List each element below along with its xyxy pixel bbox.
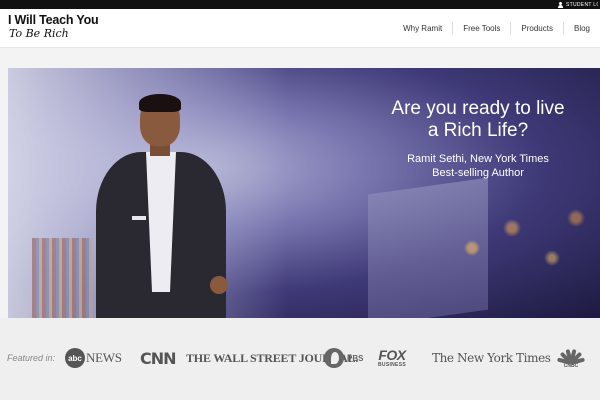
speaker-photo [88, 94, 238, 318]
site-header: I Will Teach You To Be Rich Why Ramit Fr… [0, 9, 600, 48]
main-nav: Why Ramit Free Tools Products Blog [393, 9, 600, 48]
background-bookshelf [32, 238, 92, 318]
nav-item-blog[interactable]: Blog [562, 22, 600, 35]
abc-mark: abc [65, 348, 85, 368]
student-login-label: STUDENT LOGIN [566, 1, 598, 8]
site-logo[interactable]: I Will Teach You To Be Rich [8, 13, 99, 41]
hero-text: Are you ready to live a Rich Life? Ramit… [368, 98, 588, 180]
fox-word: FOX [378, 346, 406, 363]
pbs-logo: PBS [324, 346, 363, 370]
background-lights [440, 188, 600, 288]
user-icon [557, 1, 563, 8]
logo-line-1: I Will Teach You [8, 13, 99, 27]
hero-byline-line-2: Best-selling Author [432, 167, 524, 179]
business-word: BUSINESS [378, 361, 406, 368]
hero-byline: Ramit Sethi, New York Times Best-selling… [368, 152, 588, 180]
abc-news-word: NEWS [86, 350, 122, 365]
nbc-peacock-icon [556, 347, 586, 365]
featured-in-strip: Featured in: abc NEWS CNN THE WALL STREE… [0, 318, 600, 400]
nyt-logo: The New York Times [432, 351, 551, 365]
fox-business-logo: FOX BUSINESS [378, 346, 406, 370]
logo-line-2: To Be Rich [9, 27, 69, 40]
nav-item-why-ramit[interactable]: Why Ramit [393, 22, 452, 35]
pbs-word: PBS [347, 353, 364, 363]
abc-news-logo: abc NEWS [65, 346, 122, 370]
pbs-head-icon [324, 348, 344, 368]
nav-item-products[interactable]: Products [510, 22, 563, 35]
hero-headline: Are you ready to live a Rich Life? [368, 98, 588, 142]
hero-byline-line-1: Ramit Sethi, New York Times [407, 153, 549, 165]
hero-banner: Are you ready to live a Rich Life? Ramit… [8, 68, 600, 318]
featured-label: Featured in: [7, 353, 56, 363]
cnn-logo: CNN [140, 348, 177, 368]
cnbc-logo: CNBC [556, 346, 586, 370]
nav-item-free-tools[interactable]: Free Tools [452, 22, 510, 35]
top-utility-bar: STUDENT LOGIN [0, 0, 600, 9]
hero-headline-line-2: a Rich Life? [427, 120, 529, 141]
student-login-link[interactable]: STUDENT LOGIN [557, 0, 600, 9]
hero-headline-line-1: Are you ready to live [391, 98, 565, 119]
